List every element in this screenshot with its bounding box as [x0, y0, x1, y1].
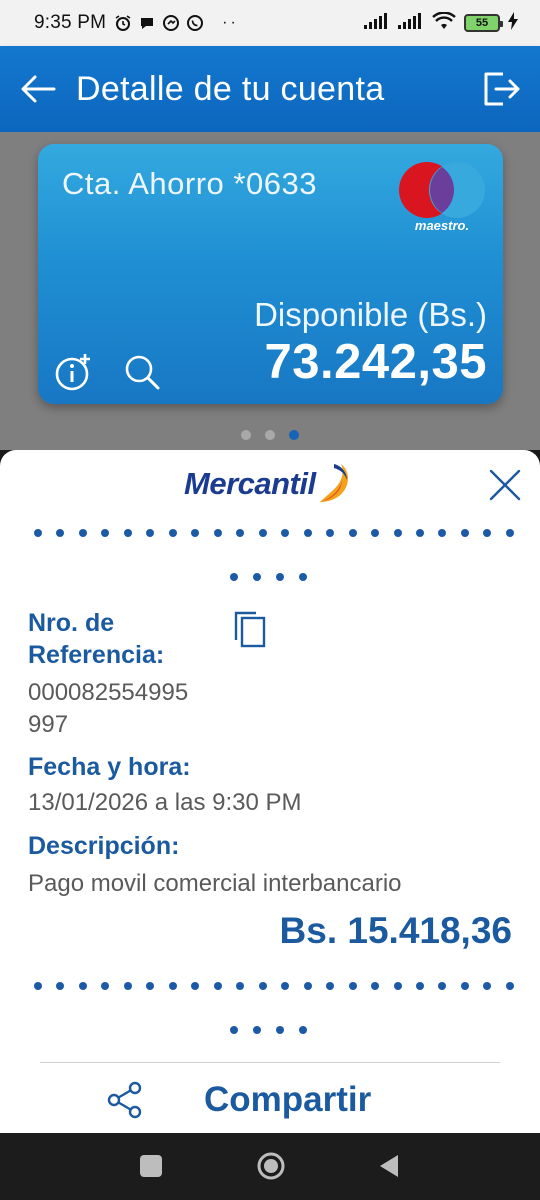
arrow-left-icon: [21, 75, 56, 103]
info-plus-icon: [55, 354, 90, 391]
available-amount: 73.242,35: [264, 335, 487, 389]
dotted-separator-bottom: [34, 982, 514, 990]
info-add-button[interactable]: [54, 352, 94, 392]
home-circle-icon: [257, 1152, 285, 1180]
system-icons: 55: [364, 10, 518, 35]
dotted-separator-bottom-short: [230, 1026, 307, 1034]
mercantil-swoosh-icon: [319, 464, 348, 502]
card-brand: maestro.: [414, 218, 470, 233]
home-button[interactable]: [256, 1151, 286, 1181]
nav-back-button[interactable]: [376, 1153, 402, 1179]
close-icon: [489, 469, 521, 501]
status-time: 9:35 PM: [34, 12, 107, 33]
battery-icon: 55: [464, 14, 503, 32]
datetime-label: Fecha y hora:: [28, 753, 191, 781]
card-pager[interactable]: [0, 430, 540, 440]
charging-icon: [508, 11, 518, 35]
logout-icon: [484, 72, 520, 106]
reference-value-line1: 000082554995: [28, 679, 189, 706]
triangle-back-icon: [380, 1155, 398, 1177]
divider: [40, 1062, 500, 1063]
dotted-separator-short: [230, 573, 307, 581]
wifi-icon: [432, 10, 456, 35]
pager-dot[interactable]: [241, 430, 251, 440]
share-label: Compartir: [204, 1080, 372, 1119]
reference-value-line2: 997: [28, 711, 69, 738]
app-bar: Detalle de tu cuenta: [0, 46, 540, 132]
pager-dot[interactable]: [265, 430, 275, 440]
account-name: Cta. Ahorro *0633: [62, 166, 317, 201]
copy-icon: [234, 611, 266, 648]
messenger-icon: [162, 14, 180, 32]
search-icon: [125, 355, 160, 390]
available-label: Disponible (Bs.): [254, 296, 487, 333]
reference-label: Nro. de Referencia:: [28, 609, 165, 669]
alarm-icon: [114, 14, 132, 32]
share-icon: [107, 1081, 142, 1119]
transaction-amount: Bs. 15.418,36: [279, 910, 512, 951]
pager-dot-active[interactable]: [289, 430, 299, 440]
logout-button[interactable]: [464, 46, 540, 132]
signal-icon-2: [398, 12, 424, 34]
search-button[interactable]: [122, 352, 162, 392]
description-value: Pago movil comercial interbancario: [28, 870, 402, 897]
chat-bubble-icon: [138, 14, 156, 32]
back-button[interactable]: [0, 46, 76, 132]
page-title: Detalle de tu cuenta: [76, 69, 385, 108]
logo-text: Mercantil: [184, 466, 316, 501]
datetime-value: 13/01/2026 a las 9:30 PM: [28, 789, 302, 816]
whatsapp-icon: [186, 14, 204, 32]
close-button[interactable]: [488, 468, 522, 502]
mercantil-logo: Mercantil: [184, 460, 354, 508]
battery-level: 55: [475, 17, 489, 29]
recents-button[interactable]: [140, 1155, 162, 1177]
copy-reference-button[interactable]: [232, 610, 268, 650]
share-button[interactable]: Compartir: [0, 1070, 540, 1130]
maestro-logo: maestro.: [399, 162, 489, 234]
notification-icons: [114, 14, 204, 32]
status-bar: 9:35 PM ·· 55: [0, 0, 540, 46]
more-notifications-icon: ··: [222, 14, 239, 31]
account-card[interactable]: Cta. Ahorro *0633 maestro. Disponible (B…: [38, 144, 503, 404]
description-label: Descripción:: [28, 832, 180, 860]
receipt-sheet: Mercantil Nro. de Referencia: 0000825549…: [0, 450, 540, 1133]
dotted-separator: [34, 529, 514, 537]
signal-icon: [364, 12, 390, 34]
system-nav-bar: [0, 1133, 540, 1200]
